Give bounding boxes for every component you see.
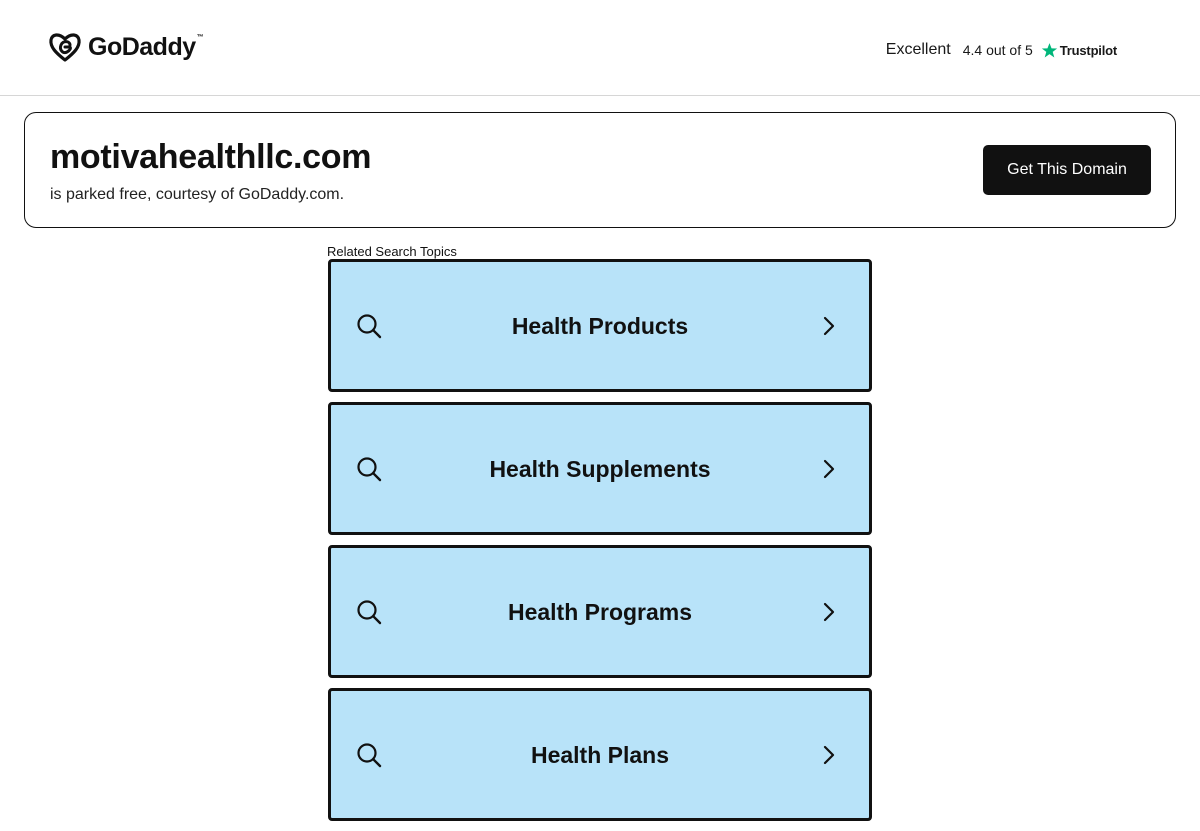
rating-label: Excellent — [885, 41, 951, 58]
trademark-symbol: ™ — [196, 34, 204, 41]
topic-label: Health Products — [511, 312, 689, 339]
topic-label: Health Supplements — [489, 455, 711, 482]
related-topics-list: Health Products Health Supplements Healt… — [328, 259, 872, 831]
search-icon — [357, 742, 382, 767]
rating-score: 4.4 out of 5 — [962, 42, 1033, 58]
trustpilot-wordmark: Trustpilot — [1059, 42, 1117, 58]
topic-health-supplements[interactable]: Health Supplements — [328, 402, 872, 535]
related-search-label: Related Search Topics — [327, 244, 457, 259]
topic-health-products[interactable]: Health Products — [328, 259, 872, 392]
chevron-right-icon — [823, 459, 835, 478]
search-icon — [357, 456, 382, 481]
trustpilot-rating[interactable]: Excellent 4.4 out of 5 Trustpilot — [886, 39, 1117, 61]
trustpilot-star-icon — [1041, 42, 1057, 57]
godaddy-logo-icon — [49, 33, 81, 62]
parked-subtitle: is parked free, courtesy of GoDaddy.com. — [50, 186, 345, 203]
get-this-domain-button[interactable]: Get This Domain — [983, 145, 1151, 195]
chevron-right-icon — [823, 745, 835, 764]
domain-name: motivahealthllc.com — [50, 138, 372, 176]
topic-health-plans[interactable]: Health Plans — [328, 688, 872, 821]
topic-label: Health Plans — [530, 741, 670, 768]
topic-health-programs[interactable]: Health Programs — [328, 545, 872, 678]
site-header: GoDaddy™ Excellent 4.4 out of 5 Trustpil… — [0, 0, 1200, 96]
chevron-right-icon — [823, 602, 835, 621]
logo-wordmark: GoDaddy™ — [88, 33, 204, 61]
topic-label: Health Programs — [507, 598, 693, 625]
search-icon — [357, 313, 382, 338]
chevron-right-icon — [823, 316, 835, 335]
domain-card: motivahealthllc.com is parked free, cour… — [24, 112, 1176, 228]
search-icon — [357, 599, 382, 624]
godaddy-logo[interactable]: GoDaddy™ — [48, 31, 204, 63]
